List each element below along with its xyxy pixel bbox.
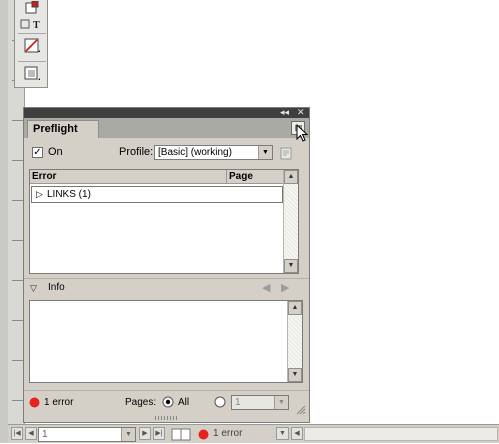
document-status-bar: |◀ ◀ 1 ▼ ▶ ▶| 1 error ▼ ◀ xyxy=(8,424,499,443)
collapse-icon[interactable]: ◂◂ xyxy=(280,106,289,118)
radio-icon[interactable] xyxy=(214,396,226,408)
pasteboard-edge xyxy=(0,0,8,443)
tool-icon[interactable] xyxy=(19,1,45,15)
column-header-page[interactable]: Page xyxy=(229,170,253,183)
error-list-scrollbar[interactable]: ▲ ▼ xyxy=(283,170,298,273)
horizontal-scrollbar[interactable] xyxy=(304,427,498,441)
resize-grip-icon[interactable] xyxy=(296,405,306,415)
tab-preflight[interactable]: Preflight xyxy=(27,120,99,138)
status-menu-icon[interactable]: ▼ xyxy=(276,427,289,440)
chevron-down-icon: ▼ xyxy=(258,146,272,159)
info-scrollbar[interactable]: ▲ ▼ xyxy=(287,301,302,382)
chevron-down-icon: ▼ xyxy=(121,428,135,441)
on-label: On xyxy=(48,146,63,158)
error-list-header: Error Page xyxy=(30,170,283,184)
disclosure-triangle-icon[interactable]: ▽ xyxy=(30,282,37,294)
next-icon[interactable]: ▶ xyxy=(281,281,289,294)
pages-all-label: All xyxy=(178,397,190,408)
profile-dropdown[interactable]: [Basic] (working) ▼ xyxy=(154,145,273,160)
list-item[interactable]: ▷ LINKS (1) xyxy=(31,186,283,203)
status-error-count: 1 error xyxy=(213,428,243,439)
error-count: 1 error xyxy=(44,397,74,408)
pages-label: Pages: xyxy=(125,397,157,408)
info-label: Info xyxy=(48,282,65,293)
scroll-up-icon[interactable]: ▲ xyxy=(288,301,302,315)
error-list: Error Page ▷ LINKS (1) ▲ ▼ xyxy=(29,169,299,274)
panel-footer: 1 error Pages: All 1 ▼ xyxy=(24,390,309,415)
previous-icon[interactable]: ◀ xyxy=(262,281,270,294)
page-range-field[interactable]: 1 ▼ xyxy=(231,395,289,410)
page-number-field[interactable]: 1 ▼ xyxy=(38,427,136,442)
panel-tab-bar: Preflight xyxy=(24,118,309,142)
page-range-value: 1 xyxy=(235,397,241,408)
mouse-cursor-icon xyxy=(296,124,309,142)
chevron-down-icon: ▼ xyxy=(274,396,288,409)
column-header-error[interactable]: Error xyxy=(32,170,56,183)
previous-page-icon[interactable]: ◀ xyxy=(25,427,37,440)
scroll-left-icon[interactable]: ◀ xyxy=(291,427,303,440)
profile-value: [Basic] (working) xyxy=(158,147,232,158)
scroll-down-icon[interactable]: ▼ xyxy=(284,259,298,273)
preflight-panel: ◂◂ ✕ Preflight ✓ On Profile: [Basic] (wo… xyxy=(23,107,310,423)
error-dot-icon xyxy=(29,397,40,408)
error-item-label: LINKS (1) xyxy=(47,189,91,200)
page-spread-icon[interactable] xyxy=(171,428,193,441)
type-tool-icon[interactable]: T xyxy=(19,17,45,31)
close-icon[interactable]: ✕ xyxy=(297,106,305,118)
scroll-down-icon[interactable]: ▼ xyxy=(288,368,302,382)
panel-title-bar[interactable]: ◂◂ ✕ xyxy=(24,106,309,118)
info-section-header[interactable]: ▽ Info ◀ ▶ xyxy=(24,278,309,297)
profile-options-icon[interactable] xyxy=(278,145,294,161)
scroll-up-icon[interactable]: ▲ xyxy=(284,170,298,184)
on-checkbox[interactable]: ✓ xyxy=(32,147,43,158)
fill-stroke-icon[interactable] xyxy=(19,36,45,56)
disclosure-triangle-icon[interactable]: ▷ xyxy=(36,188,43,201)
error-dot-icon xyxy=(198,429,209,440)
page-number-value: 1 xyxy=(42,429,48,440)
tools-panel: T xyxy=(14,0,48,88)
radio-icon[interactable] xyxy=(162,396,174,408)
next-page-icon[interactable]: ▶ xyxy=(139,427,151,440)
last-page-icon[interactable]: ▶| xyxy=(153,427,165,440)
info-panel-content: ▲ ▼ xyxy=(29,300,303,383)
panel-gripper[interactable] xyxy=(155,416,179,420)
profile-label: Profile: xyxy=(119,146,154,158)
view-mode-icon[interactable] xyxy=(19,64,45,84)
first-page-icon[interactable]: |◀ xyxy=(11,427,23,440)
svg-text:T: T xyxy=(33,20,40,30)
